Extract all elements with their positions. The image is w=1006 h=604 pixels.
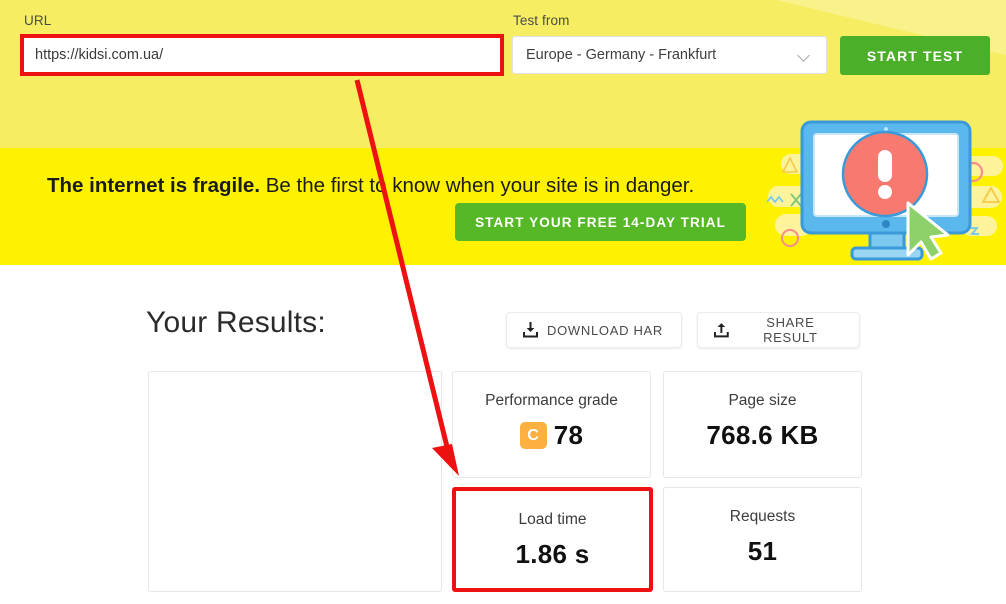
download-icon	[523, 322, 538, 338]
card-label: Page size	[728, 392, 797, 409]
card-value: 768.6 KB	[706, 420, 819, 450]
requests-card: Requests 51	[663, 487, 862, 592]
card-label: Performance grade	[485, 392, 618, 409]
promo-headline-strong: The internet is fragile.	[47, 174, 261, 197]
test-from-label: Test from	[513, 13, 570, 28]
test-from-value: Europe - Germany - Frankfurt	[526, 47, 717, 63]
card-label: Requests	[729, 508, 796, 525]
page-size-card: Page size 768.6 KB	[663, 371, 862, 478]
url-label: URL	[24, 13, 52, 28]
url-input-wrapper[interactable]	[20, 34, 504, 76]
performance-grade-value: 78	[553, 420, 584, 450]
chevron-down-icon	[799, 51, 810, 62]
card-value: 51	[747, 536, 778, 566]
start-test-button[interactable]: START TEST	[840, 36, 990, 75]
download-har-button[interactable]: DOWNLOAD HAR	[506, 312, 682, 348]
performance-gauge-card	[148, 371, 442, 592]
test-from-select[interactable]: Europe - Germany - Frankfurt	[512, 36, 827, 74]
share-result-label: SHARE RESULT	[763, 315, 818, 345]
promo-headline: The internet is fragile. Be the first to…	[47, 174, 694, 198]
load-time-card: Load time 1.86 s	[452, 487, 653, 592]
card-label: Load time	[518, 511, 587, 528]
url-input[interactable]	[24, 38, 500, 72]
monitor-alert-icon	[800, 120, 972, 261]
share-result-button[interactable]: SHARE RESULT	[697, 312, 860, 348]
promo-headline-rest: Be the first to know when your site is i…	[260, 174, 695, 197]
page-title: Your Results:	[146, 306, 326, 339]
grade-badge: C	[519, 422, 547, 449]
performance-grade-card: Performance grade C 78	[452, 371, 651, 478]
upload-icon	[714, 323, 729, 338]
card-value: 1.86 s	[515, 539, 590, 569]
card-value: C 78	[453, 420, 650, 451]
start-trial-button[interactable]: START YOUR FREE 14-DAY TRIAL	[455, 203, 746, 241]
download-har-label: DOWNLOAD HAR	[547, 322, 664, 338]
